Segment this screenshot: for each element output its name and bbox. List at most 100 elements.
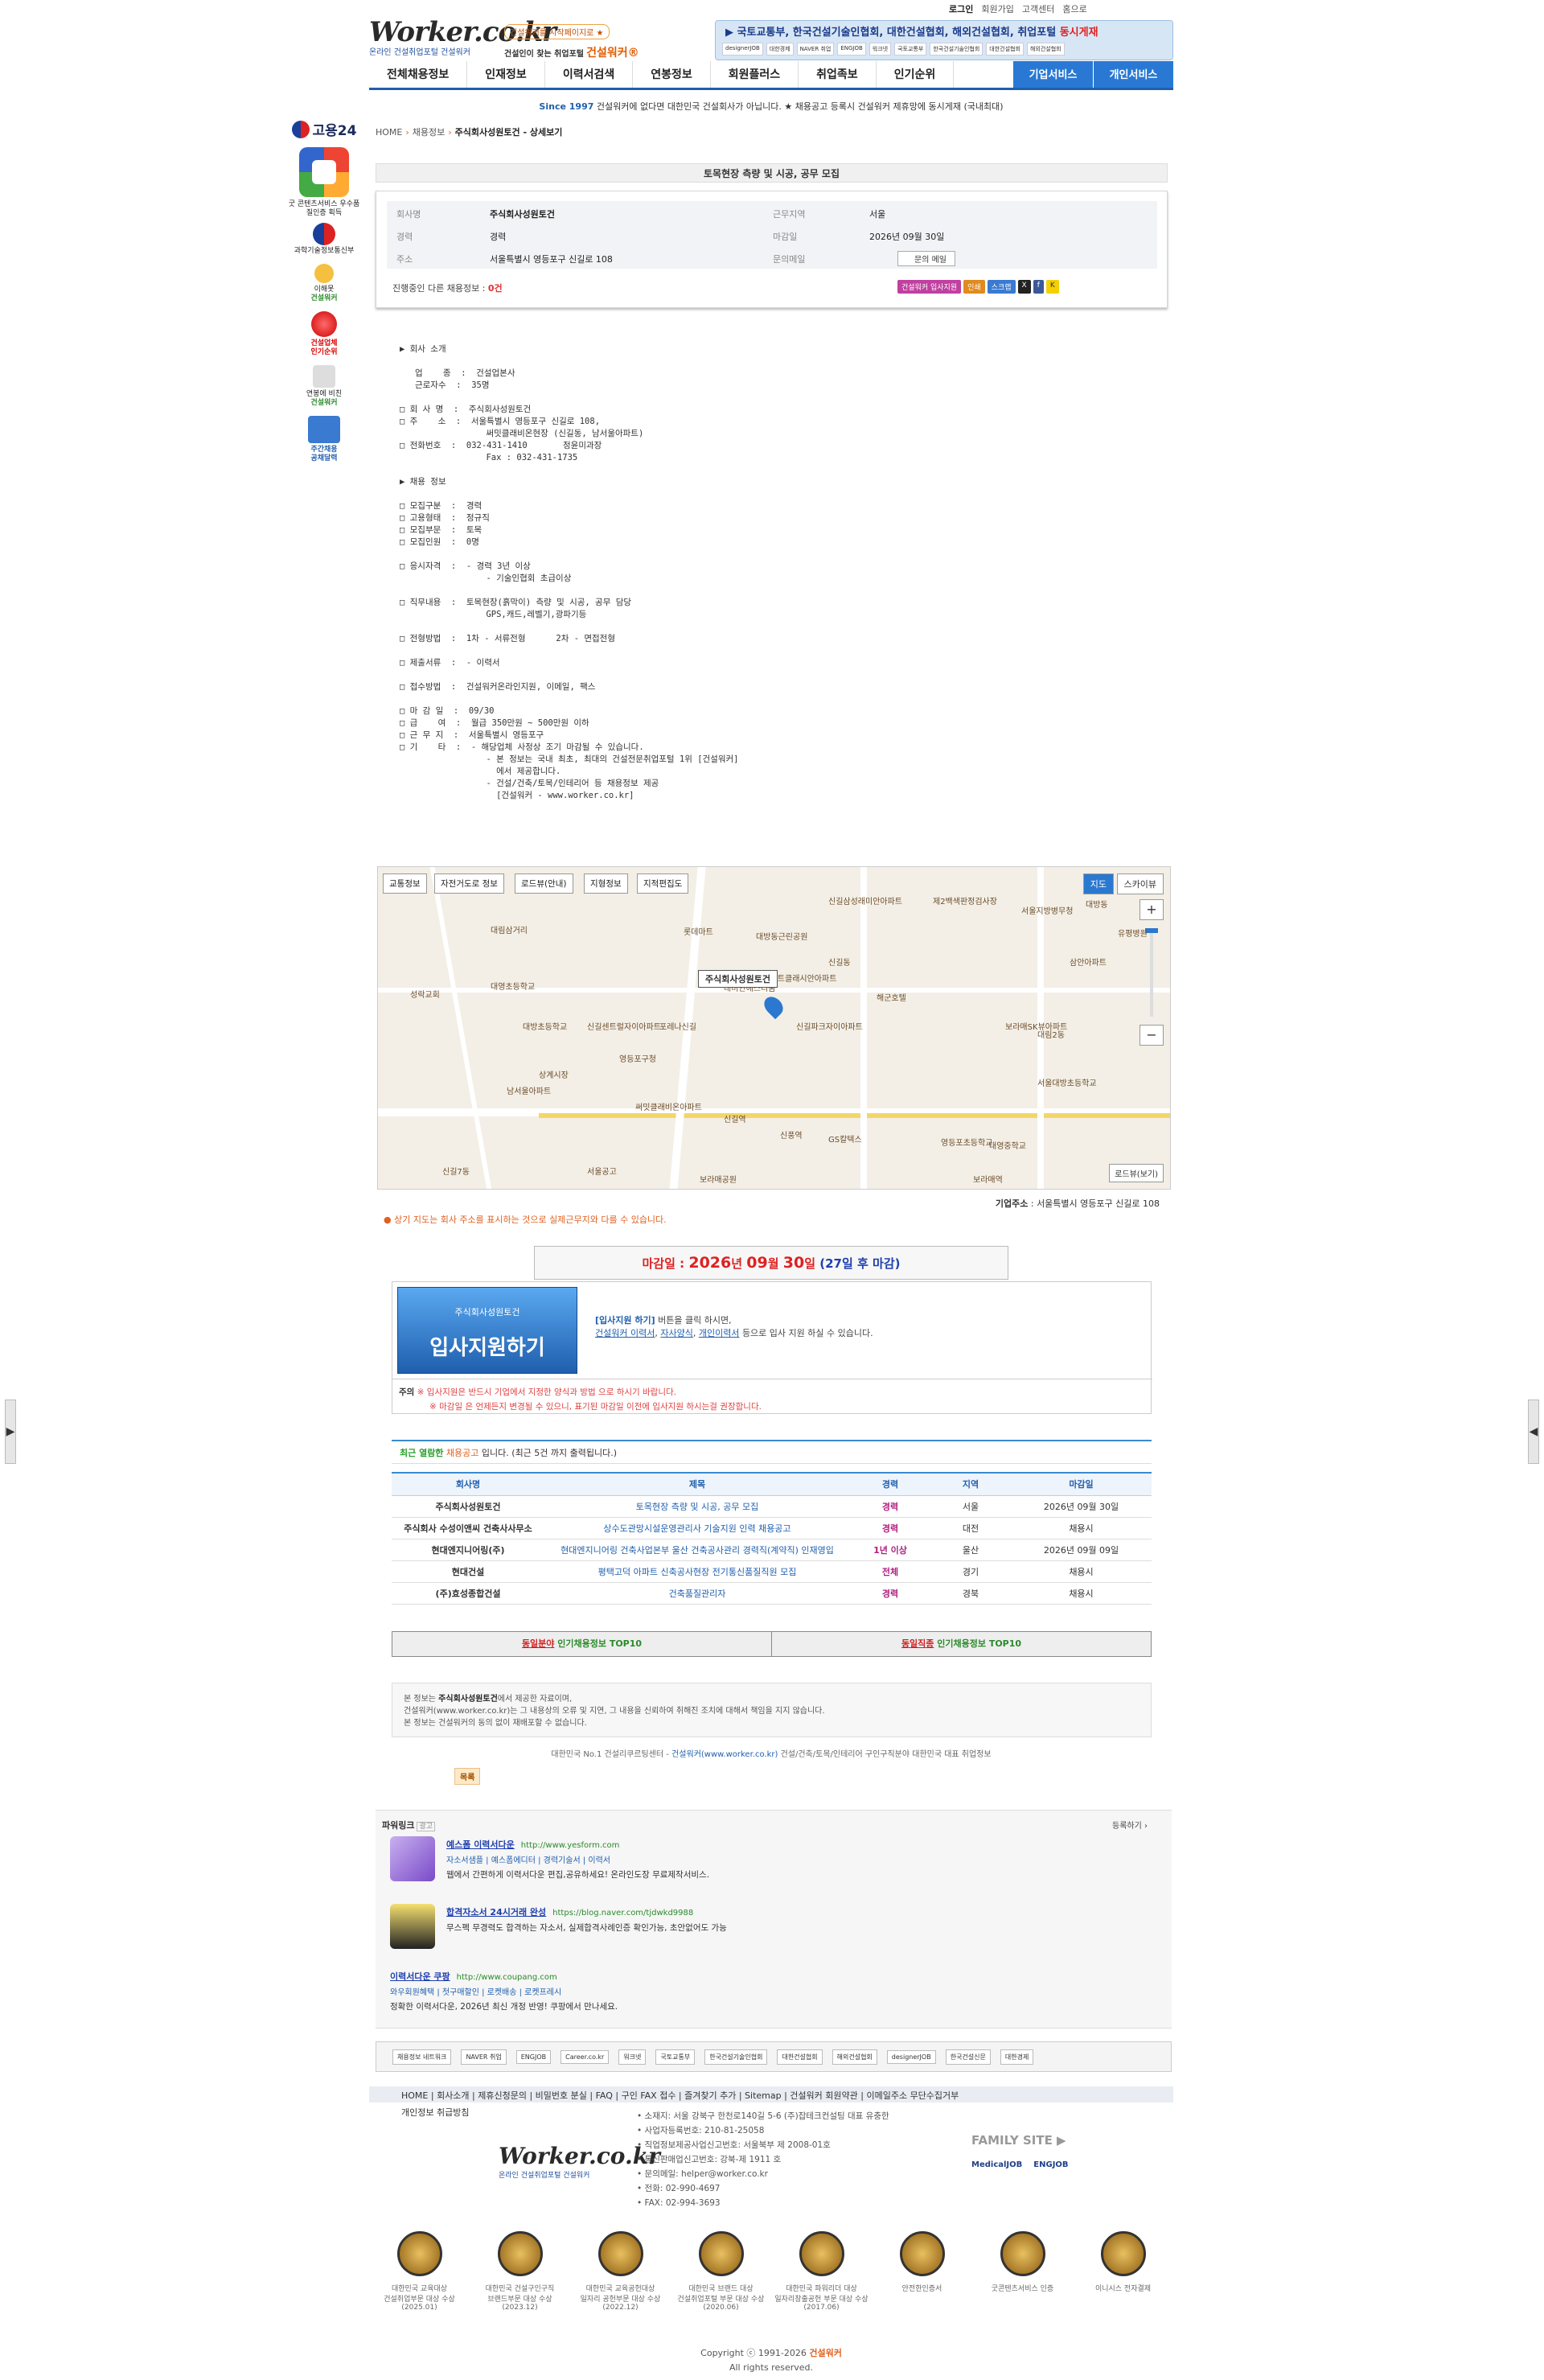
- contact-mail-button[interactable]: 문의 메일: [897, 251, 955, 266]
- share-kakao-icon[interactable]: K: [1045, 280, 1059, 294]
- network-partner-logo[interactable]: 한국건설신문: [945, 2049, 991, 2065]
- site-logo[interactable]: Worker.co.kr 온라인 건설취업포털 건설워커: [369, 16, 556, 61]
- company-form-link[interactable]: 자사양식: [660, 1328, 692, 1338]
- company-name[interactable]: 주식회사성원토건: [490, 208, 555, 220]
- partner-logo: ENGJOB: [837, 43, 866, 55]
- login-link[interactable]: 로그인: [949, 2, 973, 15]
- map-place-label: 신길역: [724, 1116, 746, 1124]
- service-tabs: 기업서비스 개인서비스: [1012, 61, 1173, 88]
- network-partner-logo[interactable]: 대한건설협회: [777, 2049, 823, 2065]
- network-partner-logo[interactable]: Career.co.kr: [561, 2049, 610, 2064]
- side-banner-calendar[interactable]: 주간채용 공채달력: [285, 416, 363, 463]
- warning-icon: ●: [384, 1215, 392, 1225]
- tab-business-service[interactable]: 기업서비스: [1012, 61, 1093, 88]
- tagline-brand: 건설워커®: [586, 47, 639, 60]
- personal-resume-link[interactable]: 개인이력서: [699, 1328, 740, 1338]
- network-partner-logo[interactable]: NAVER 취업: [461, 2049, 507, 2065]
- zoom-out-button[interactable]: −: [1140, 1025, 1164, 1046]
- job-description: ▶ 회사 소개 업 종 : 건설업본사 근로자수 : 35명 □ 회 사 명 :…: [400, 344, 739, 800]
- other-jobs-count[interactable]: 진행중인 다른 채용정보 : 0건: [392, 282, 503, 294]
- family-site-engjob[interactable]: ENGJOB: [1033, 2160, 1068, 2169]
- side-banner-salary[interactable]: 연봉에 비친 건설워커: [285, 365, 363, 408]
- network-partner-logo[interactable]: 채용정보 네트워크: [392, 2049, 452, 2065]
- family-site-medicaljob[interactable]: MedicalJOB: [971, 2160, 1022, 2169]
- network-partner-logo[interactable]: 국토교통부: [655, 2049, 696, 2065]
- network-partner-logo[interactable]: ENGJOB: [515, 2049, 552, 2064]
- side-banner-company-ranking[interactable]: 건설업체 인기순위: [285, 311, 363, 357]
- map-view-toggle[interactable]: 지도: [1082, 873, 1114, 894]
- zoom-slider[interactable]: [1145, 928, 1158, 1017]
- same-field-top10-tab[interactable]: 동일분야 인기채용정보 TOP10: [392, 1632, 772, 1656]
- row-title[interactable]: 상수도관망시설운영관리사 기술지원 인력 채용공고: [544, 1517, 850, 1539]
- nav-salary[interactable]: 연봉정보: [633, 61, 711, 88]
- list-button[interactable]: 목록: [454, 1768, 481, 1785]
- good-content-award-banner[interactable]: 굿 콘텐츠서비스 우수품질인증 획득 과학기술정보통신부: [285, 147, 363, 256]
- map-terrain-button[interactable]: 지형정보: [584, 873, 628, 894]
- side-banner-trophy[interactable]: 이해못 건설워커: [285, 264, 363, 303]
- online-apply-small-button[interactable]: 건설워커 입사지원: [897, 280, 962, 294]
- footer-info-line: • 문의메일: helper@worker.co.kr: [637, 2169, 768, 2179]
- table-row[interactable]: (주)효성종합건설 건축품질관리자 경력 경북 채용시: [392, 1582, 1152, 1605]
- company-location-map[interactable]: 교통정보 자전거도로 정보 로드뷰(안내) 지형정보 지적편집도 지도 스카이뷰…: [377, 866, 1171, 1190]
- same-job-top10-tab[interactable]: 동일직종 인기채용정보 TOP10: [772, 1632, 1151, 1656]
- table-row[interactable]: 주식회사성원토건 토목현장 측량 및 시공, 공무 모집 경력 서울 2026년 09월…: [392, 1495, 1152, 1518]
- map-roadview-guide-button[interactable]: 로드뷰(안내): [515, 873, 573, 894]
- map-place-label: 상계시장: [539, 1071, 569, 1080]
- row-career: 전체: [850, 1560, 930, 1583]
- goyong24-banner[interactable]: 고용24: [285, 119, 363, 139]
- scrap-button[interactable]: 스크랩: [987, 280, 1016, 294]
- network-partner-logo[interactable]: 대한경제: [1000, 2049, 1034, 2065]
- right-scroll-arrow-icon[interactable]: ◀: [1528, 1400, 1539, 1464]
- set-homepage-button[interactable]: 건설워커를 시작페이지로 ★: [504, 24, 610, 39]
- row-title[interactable]: 토목현장 측량 및 시공, 공무 모집: [544, 1495, 850, 1518]
- join-link[interactable]: 회원가입: [981, 2, 1013, 15]
- row-career: 경력: [850, 1495, 930, 1518]
- breadcrumb-jobs[interactable]: 채용정보: [413, 127, 445, 138]
- award-medal-icon: [396, 2231, 442, 2276]
- row-title[interactable]: 현대엔지니어링 건축사업본부 울산 건축공사관리 경력직(계약직) 인재영입: [544, 1539, 850, 1561]
- award-item: 안전한인증서: [874, 2231, 971, 2312]
- nav-talent[interactable]: 인재정보: [467, 61, 545, 88]
- privacy-policy-link[interactable]: 개인정보 취급방침: [401, 2106, 469, 2119]
- table-row[interactable]: 주식회사 수성이앤씨 건축사사무소 상수도관망시설운영관리사 기술지원 인력 채용…: [392, 1517, 1152, 1539]
- roadview-button[interactable]: 로드뷰(보기): [1109, 1164, 1164, 1182]
- nav-job-tips[interactable]: 취업족보: [799, 61, 877, 88]
- map-bike-button[interactable]: 자전거도로 정보: [434, 873, 504, 894]
- table-row[interactable]: 현대건설 평택고덕 아파트 신축공사현장 전기통신품질직원 모집 전체 경기 채용시: [392, 1560, 1152, 1583]
- ads-register-link[interactable]: 등록하기 ›: [1112, 1819, 1148, 1831]
- nav-member-plus[interactable]: 회원플러스: [711, 61, 799, 88]
- zoom-in-button[interactable]: +: [1140, 899, 1164, 920]
- tab-personal-service[interactable]: 개인서비스: [1093, 61, 1173, 88]
- partner-banner[interactable]: ▶ 국토교통부, 한국건설기술인협회, 대한건설협회, 해외건설협회, 취업포털…: [715, 20, 1173, 60]
- nav-all-jobs[interactable]: 전체채용정보: [369, 61, 468, 88]
- award-item: 대한민국 교육대상 건설취업부문 대상 수상 (2025.01): [372, 2231, 468, 2312]
- map-place-label: 신길파크자이아파트: [796, 1023, 863, 1032]
- home-link[interactable]: 홈으로: [1062, 2, 1086, 15]
- share-facebook-icon[interactable]: f: [1033, 280, 1044, 294]
- breadcrumb-home[interactable]: HOME: [376, 127, 402, 138]
- footer-info-line: • FAX: 02-994-3693: [637, 2198, 721, 2208]
- footer-navigation[interactable]: HOME | 회사소개 | 제휴신청문의 | 비밀번호 분실 | FAQ | 구…: [369, 2086, 1173, 2103]
- map-cadastral-button[interactable]: 지적편집도: [637, 873, 689, 894]
- network-partner-logo[interactable]: 한국건설기술인협회: [704, 2049, 768, 2065]
- print-button[interactable]: 인쇄: [963, 280, 985, 294]
- nav-resume-search[interactable]: 이력서검색: [545, 61, 634, 88]
- nav-ranking[interactable]: 인기순위: [877, 61, 955, 88]
- network-partner-logo[interactable]: 워크넷: [618, 2049, 647, 2065]
- map-traffic-button[interactable]: 교통정보: [383, 873, 427, 894]
- row-title[interactable]: 건축품질관리자: [544, 1582, 850, 1605]
- customer-center-link[interactable]: 고객센터: [1022, 2, 1054, 15]
- share-x-icon[interactable]: X: [1017, 280, 1031, 294]
- footer-info-line: • 사업자등록번호: 210-81-25058: [637, 2126, 765, 2135]
- network-partner-logo[interactable]: designerJOB: [886, 2049, 936, 2064]
- map-place-label: 서울공고: [587, 1168, 617, 1177]
- row-title[interactable]: 평택고덕 아파트 신축공사현장 전기통신품질직원 모집: [544, 1560, 850, 1583]
- table-row[interactable]: 현대엔지니어링(주) 현대엔지니어링 건축사업본부 울산 건축공사관리 경력직(계…: [392, 1539, 1152, 1561]
- company-address-line: 기업주소 : 서울특별시 영등포구 신길로 108: [995, 1198, 1160, 1209]
- left-scroll-arrow-icon[interactable]: ▶: [5, 1400, 16, 1464]
- network-partner-logo[interactable]: 해외건설협회: [832, 2049, 877, 2065]
- skyview-toggle[interactable]: 스카이뷰: [1116, 873, 1164, 894]
- resume-link[interactable]: 건설워커 이력서: [595, 1328, 655, 1338]
- apply-now-button[interactable]: 주식회사성원토건 입사지원하기: [397, 1287, 577, 1374]
- map-pin-icon[interactable]: [760, 993, 787, 1020]
